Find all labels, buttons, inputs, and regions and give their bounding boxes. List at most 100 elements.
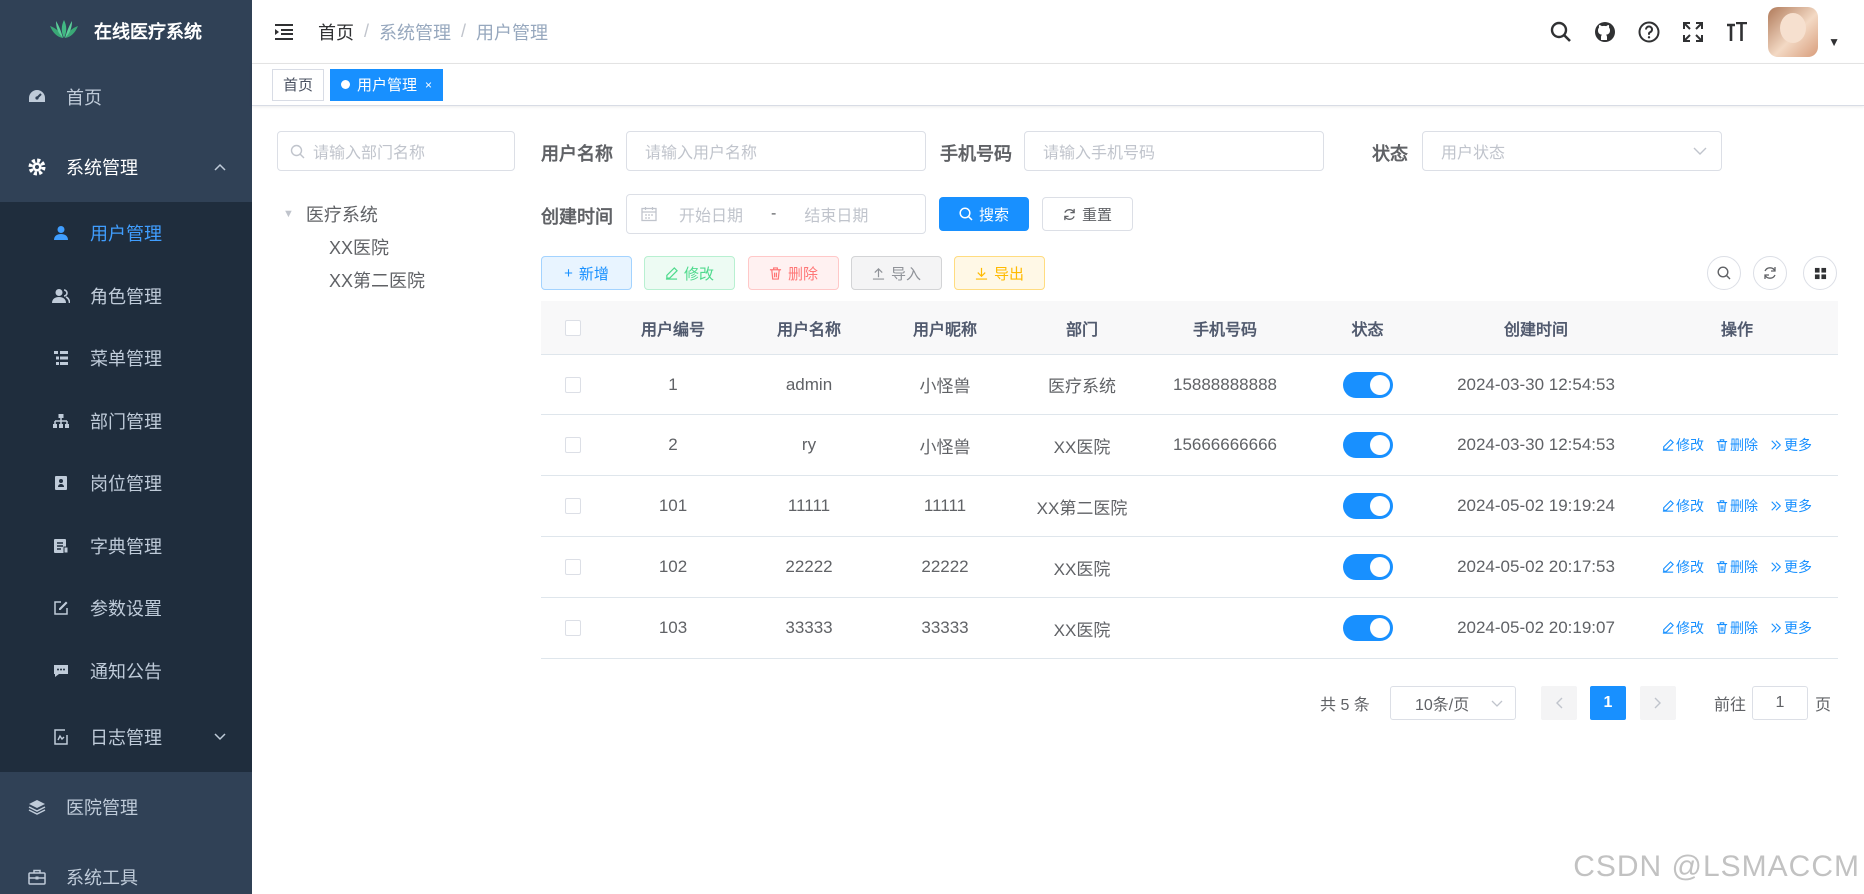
ops-cell: 修改 删除 更多 (1636, 618, 1838, 638)
goto-label: 前往 (1714, 697, 1747, 714)
search-icon[interactable] (1548, 19, 1574, 45)
row-checkbox[interactable] (565, 559, 581, 575)
cell-dept: XX医院 (1053, 559, 1111, 579)
navbar-right: ▼ (1548, 0, 1840, 64)
tag-users[interactable]: 用户管理 × (330, 68, 444, 101)
button-label: 新增 (578, 265, 609, 283)
page-size-value: 10条/页 (1415, 697, 1470, 714)
sidebar-item-hospital[interactable]: 医院管理 (0, 772, 252, 842)
close-icon[interactable]: × (425, 78, 432, 92)
row-more-button[interactable]: 更多 (1770, 557, 1812, 577)
github-icon[interactable] (1592, 19, 1618, 45)
status-switch[interactable] (1342, 432, 1393, 458)
dept-search-input[interactable]: 请输入部门名称 (277, 131, 515, 171)
row-delete-button[interactable]: 删除 (1716, 618, 1758, 638)
tree-node-label: XX第二医院 (329, 270, 426, 291)
chevron-down-icon (214, 730, 226, 744)
page-size-select[interactable]: 10条/页 (1390, 686, 1516, 720)
button-label: 搜索 (978, 206, 1009, 224)
dashboard-icon (28, 88, 46, 106)
edit-button[interactable]: 修改 (644, 256, 735, 290)
phone-input[interactable]: 请输入手机号码 (1024, 131, 1324, 171)
reset-button[interactable]: 重置 (1042, 197, 1133, 231)
username-input[interactable]: 请输入用户名称 (626, 131, 926, 171)
row-edit-button[interactable]: 修改 (1662, 557, 1704, 577)
sidebar-item-label: 用户管理 (90, 224, 162, 245)
breadcrumb: 首页 / 系统管理 / 用户管理 (318, 19, 548, 45)
org-tree-icon (52, 412, 70, 430)
sidebar-item-depts[interactable]: 部门管理 (0, 390, 252, 453)
prev-page-button[interactable] (1541, 686, 1577, 720)
breadcrumb-separator: / (461, 21, 467, 41)
sidebar-item-dict[interactable]: 字典管理 (0, 515, 252, 578)
tree-node-child[interactable]: XX第二医院 (283, 263, 425, 296)
next-page-button[interactable] (1640, 686, 1676, 720)
search-button[interactable]: 搜索 (939, 197, 1029, 231)
refresh-button[interactable] (1753, 256, 1787, 290)
add-button[interactable]: + 新增 (541, 256, 632, 290)
row-checkbox[interactable] (565, 498, 581, 514)
status-switch[interactable] (1342, 554, 1393, 580)
export-button[interactable]: 导出 (954, 256, 1045, 290)
row-checkbox[interactable] (565, 620, 581, 636)
op-label: 删除 (1730, 437, 1758, 453)
gear-icon (28, 158, 46, 176)
tree-node-child[interactable]: XX医院 (283, 230, 425, 263)
status-select[interactable]: 用户状态 (1422, 131, 1722, 171)
status-switch[interactable] (1342, 615, 1393, 641)
sidebar-item-logs[interactable]: 日志管理 (0, 702, 252, 772)
sidebar-item-tools[interactable]: 系统工具 (0, 842, 252, 894)
sidebar-item-posts[interactable]: 岗位管理 (0, 452, 252, 515)
caret-down-icon[interactable]: ▼ (283, 208, 294, 220)
user-table: 用户编号 用户名称 用户昵称 部门 手机号码 状态 创建时间 操作 1 admin… (541, 301, 1838, 659)
row-select-cell (541, 376, 605, 393)
toggle-search-button[interactable] (1707, 256, 1741, 290)
row-delete-button[interactable]: 删除 (1716, 435, 1758, 455)
row-more-button[interactable]: 更多 (1770, 618, 1812, 638)
grid-icon (1814, 267, 1827, 280)
select-all-checkbox[interactable] (565, 319, 581, 336)
tag-home[interactable]: 首页 (272, 68, 325, 101)
fullscreen-icon[interactable] (1680, 19, 1706, 45)
import-button[interactable]: 导入 (851, 256, 942, 290)
cell-user-id: 1 (668, 374, 678, 394)
delete-button[interactable]: 删除 (748, 256, 839, 290)
date-range-picker[interactable]: 开始日期 - 结束日期 (626, 194, 926, 234)
row-delete-button[interactable]: 删除 (1716, 496, 1758, 516)
row-more-button[interactable]: 更多 (1770, 435, 1812, 455)
goto-page-input[interactable]: 1 (1752, 686, 1808, 720)
tree-table-icon (52, 349, 70, 367)
op-label: 修改 (1676, 498, 1704, 514)
sidebar-item-home[interactable]: 首页 (0, 62, 252, 132)
chevron-down-icon (1491, 700, 1503, 707)
caret-down-icon[interactable]: ▼ (1828, 35, 1840, 49)
row-checkbox[interactable] (565, 437, 581, 453)
sidebar-item-menus[interactable]: 菜单管理 (0, 327, 252, 390)
row-edit-button[interactable]: 修改 (1662, 618, 1704, 638)
sidebar-item-roles[interactable]: 角色管理 (0, 265, 252, 328)
row-checkbox[interactable] (565, 376, 581, 393)
page-1-button[interactable]: 1 (1590, 686, 1626, 720)
status-switch[interactable] (1342, 371, 1393, 398)
row-delete-button[interactable]: 删除 (1716, 557, 1758, 577)
table-row: 103 33333 33333 XX医院 2024-05-02 20:19:07 修改 删除… (541, 598, 1838, 659)
app-logo[interactable]: 在线医疗系统 (0, 0, 252, 62)
row-more-button[interactable]: 更多 (1770, 496, 1812, 516)
font-size-icon[interactable] (1724, 19, 1750, 45)
columns-button[interactable] (1803, 256, 1837, 290)
breadcrumb-home[interactable]: 首页 (318, 19, 354, 45)
sidebar-item-users[interactable]: 用户管理 (0, 202, 252, 265)
op-label: 更多 (1784, 437, 1812, 453)
sidebar-item-system[interactable]: 系统管理 (0, 132, 252, 202)
question-icon[interactable] (1636, 19, 1662, 45)
row-edit-button[interactable]: 修改 (1662, 435, 1704, 455)
status-switch[interactable] (1342, 493, 1393, 519)
sidebar-item-notices[interactable]: 通知公告 (0, 640, 252, 703)
sidebar-item-params[interactable]: 参数设置 (0, 577, 252, 640)
avatar[interactable] (1768, 7, 1819, 57)
status-cell (1299, 554, 1436, 580)
breadcrumb-separator: / (364, 21, 370, 41)
tree-node-root[interactable]: ▼ 医疗系统 (283, 197, 425, 230)
row-edit-button[interactable]: 修改 (1662, 496, 1704, 516)
hamburger-icon[interactable] (272, 20, 296, 44)
